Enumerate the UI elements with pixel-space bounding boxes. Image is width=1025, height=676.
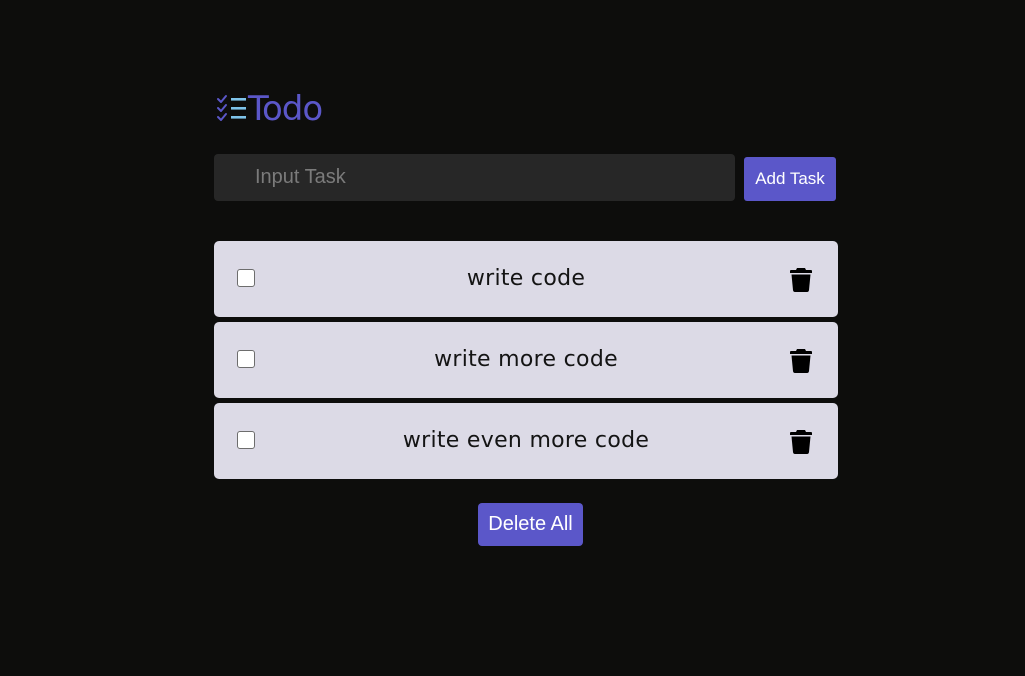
app-title: Todo [248,89,323,129]
task-text: write more code [434,347,618,372]
task-text: write even more code [402,428,650,453]
trash-icon[interactable] [790,266,812,292]
trash-icon[interactable] [790,347,812,373]
task-list: write code write more code write even mo… [214,241,838,484]
task-item: write more code [214,322,838,398]
todo-app: Todo Add Task write code write more code [0,0,1025,676]
delete-all-button[interactable]: Delete All [478,503,583,546]
checklist-icon [216,94,248,124]
task-item: write code [214,241,838,317]
task-input[interactable] [214,154,735,201]
app-header: Todo [216,88,323,130]
task-item: write even more code [214,403,838,479]
add-task-button[interactable]: Add Task [744,157,836,201]
trash-icon[interactable] [790,428,812,454]
task-text: write code [466,266,586,291]
